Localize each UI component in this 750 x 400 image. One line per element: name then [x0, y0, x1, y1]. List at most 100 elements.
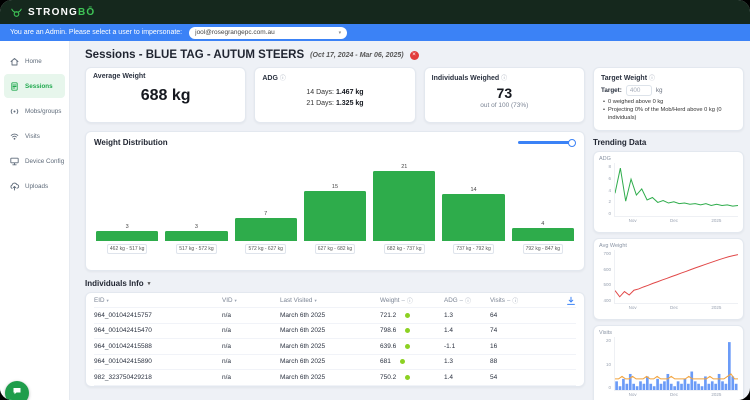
wd-bar-value: 14 — [470, 187, 476, 193]
app-logo[interactable]: STRONGBŌ — [10, 6, 95, 19]
individuals-info-toggle[interactable]: Individuals Info ▾ — [85, 279, 585, 288]
impersonate-select[interactable]: jool@rosegrangepc.com.au ▾ — [189, 27, 347, 39]
wd-bar-label: 792 kg - 847 kg — [523, 244, 563, 254]
column-header-visits[interactable]: Visits–ⓘ — [490, 296, 532, 305]
individuals-info-title: Individuals Info — [85, 279, 144, 288]
wd-bar-value: 3 — [126, 224, 129, 230]
chart-label: Visits — [599, 330, 738, 336]
wd-bar-label: 682 kg - 737 kg — [384, 244, 424, 254]
wd-bar — [96, 231, 158, 241]
info-icon[interactable]: ⓘ — [649, 76, 655, 82]
download-csv-button[interactable] — [532, 296, 576, 306]
wd-bar — [165, 231, 227, 241]
sidebar-item-visits[interactable]: Visits — [4, 124, 65, 148]
dash-icon: – — [460, 298, 463, 304]
table-row[interactable]: 964_001042415757 n/a March 6th 2025 721.… — [94, 308, 576, 324]
wd-bar-group: 15 627 kg - 682 kg — [304, 184, 366, 254]
wd-bar-label: 517 kg - 572 kg — [176, 244, 216, 254]
column-header-adg[interactable]: ADG–ⓘ — [444, 296, 490, 305]
eid-cell: 964_001042415470 — [94, 327, 222, 334]
last-visited-cell: March 6th 2025 — [280, 327, 380, 334]
wd-bar-label: 462 kg - 517 kg — [107, 244, 147, 254]
last-visited-cell: March 6th 2025 — [280, 374, 380, 381]
wd-bar-group: 7572 kg - 627 kg — [235, 211, 297, 254]
wd-bar-label: 572 kg - 627 kg — [245, 244, 285, 254]
weight-cell: 721.2 — [380, 312, 444, 319]
slider-handle[interactable] — [568, 139, 576, 147]
x-tick-label: Dec — [670, 305, 678, 310]
table-row[interactable]: 982_323750429218 n/a March 6th 2025 750.… — [94, 370, 576, 386]
avg-weight-trend-plot — [614, 250, 738, 304]
target-weight-input[interactable]: 400 — [626, 85, 652, 96]
chevron-down-icon: ▾ — [339, 30, 342, 36]
column-header-vid[interactable]: VID▾ — [222, 297, 280, 304]
vid-cell: n/a — [222, 374, 280, 381]
status-dot — [405, 375, 410, 380]
page-header: Sessions - BLUE TAG - AUTUM STEERS (Oct … — [85, 49, 744, 61]
wd-bar-value: 15 — [332, 184, 338, 190]
sidebar-item-home[interactable]: Home — [4, 49, 65, 73]
y-tick-label: 500 — [599, 282, 611, 287]
average-weight-card: Average Weight 688 kg — [85, 67, 246, 123]
adg-cell: 1.3 — [444, 358, 490, 365]
chevron-down-icon: ▾ — [148, 281, 151, 287]
wifi-icon — [9, 131, 20, 142]
x-tick-label: Nov — [629, 392, 637, 397]
slider-track — [518, 141, 571, 144]
column-header-weight[interactable]: Weight–ⓘ — [380, 296, 444, 305]
last-visited-cell: March 6th 2025 — [280, 312, 380, 319]
target-weight-unit: kg — [656, 87, 663, 94]
close-session-filter-button[interactable]: × — [410, 51, 419, 60]
y-tick-label: 8 — [599, 164, 611, 169]
last-visited-cell: March 6th 2025 — [280, 343, 380, 350]
sidebar-item-label: Home — [25, 58, 42, 65]
y-axis: 86420 — [599, 163, 612, 217]
vid-cell: n/a — [222, 312, 280, 319]
target-weight-label: Target Weight — [601, 75, 647, 82]
y-tick-label: 600 — [599, 267, 611, 272]
sidebar-item-uploads[interactable]: Uploads — [4, 174, 65, 198]
x-axis: NovDec2025 — [599, 392, 738, 397]
summary-cards: Average Weight 688 kg ADG ⓘ 14 Days: 1.4… — [85, 67, 585, 123]
trending-data-title: Trending Data — [593, 138, 744, 147]
weight-distribution-card: Weight Distribution 3462 kg - 517 kg3517… — [85, 131, 585, 271]
column-header-eid[interactable]: EID▾ — [94, 297, 222, 304]
wd-bar-group: 14 737 kg - 792 kg — [442, 187, 504, 254]
wd-bar-label: 627 kg - 682 kg — [315, 244, 355, 254]
vid-cell: n/a — [222, 343, 280, 350]
adg-trend-plot — [614, 163, 738, 217]
chat-button[interactable] — [5, 381, 29, 400]
table-row[interactable]: 964_001042415890 n/a March 6th 2025 681 … — [94, 355, 576, 371]
wd-bar — [304, 191, 366, 241]
wd-bar — [442, 194, 504, 241]
sidebar-item-device-config[interactable]: Device Config — [4, 149, 65, 173]
info-icon[interactable]: ⓘ — [280, 76, 286, 82]
wd-bar-value: 3 — [195, 224, 198, 230]
sidebar-item-label: Device Config — [25, 158, 64, 165]
cloud-upload-icon — [9, 181, 20, 192]
info-icon: ⓘ — [512, 296, 518, 305]
y-tick-label: 400 — [599, 298, 611, 303]
sidebar-item-label: Visits — [25, 133, 40, 140]
average-weight-label: Average Weight — [93, 73, 238, 80]
sidebar-item-sessions[interactable]: Sessions — [4, 74, 65, 98]
status-dot — [400, 359, 405, 364]
target-weight-notes: 0 weighed above 0 kg Projecting 0% of th… — [601, 99, 736, 123]
sidebar-item-mobs-groups[interactable]: Mobs/groups — [4, 99, 65, 123]
vid-cell: n/a — [222, 327, 280, 334]
wd-bar-label: 737 kg - 792 kg — [453, 244, 493, 254]
distribution-range-slider[interactable] — [518, 139, 576, 147]
target-field-label: Target: — [601, 87, 622, 94]
table-row[interactable]: 964_001042415588 n/a March 6th 2025 639.… — [94, 339, 576, 355]
visits-trend-plot — [614, 337, 738, 391]
x-tick-label: 2025 — [711, 392, 721, 397]
adg-trend-chart-card: ADG 86420 NovDec2025 — [593, 151, 744, 233]
table-row[interactable]: 964_001042415470 n/a March 6th 2025 798.… — [94, 324, 576, 340]
individuals-weighed-card: Individuals Weighed ⓘ 73 out of 100 (73%… — [424, 67, 585, 123]
individuals-weighed-value: 73 — [432, 85, 577, 101]
sidebar: Home Sessions Mobs/groups Visits Device … — [0, 41, 70, 400]
home-icon — [9, 56, 20, 67]
column-header-last-visited[interactable]: Last Visited▾ — [280, 297, 380, 304]
app-name: STRONGBŌ — [28, 7, 95, 18]
info-icon[interactable]: ⓘ — [501, 76, 507, 82]
